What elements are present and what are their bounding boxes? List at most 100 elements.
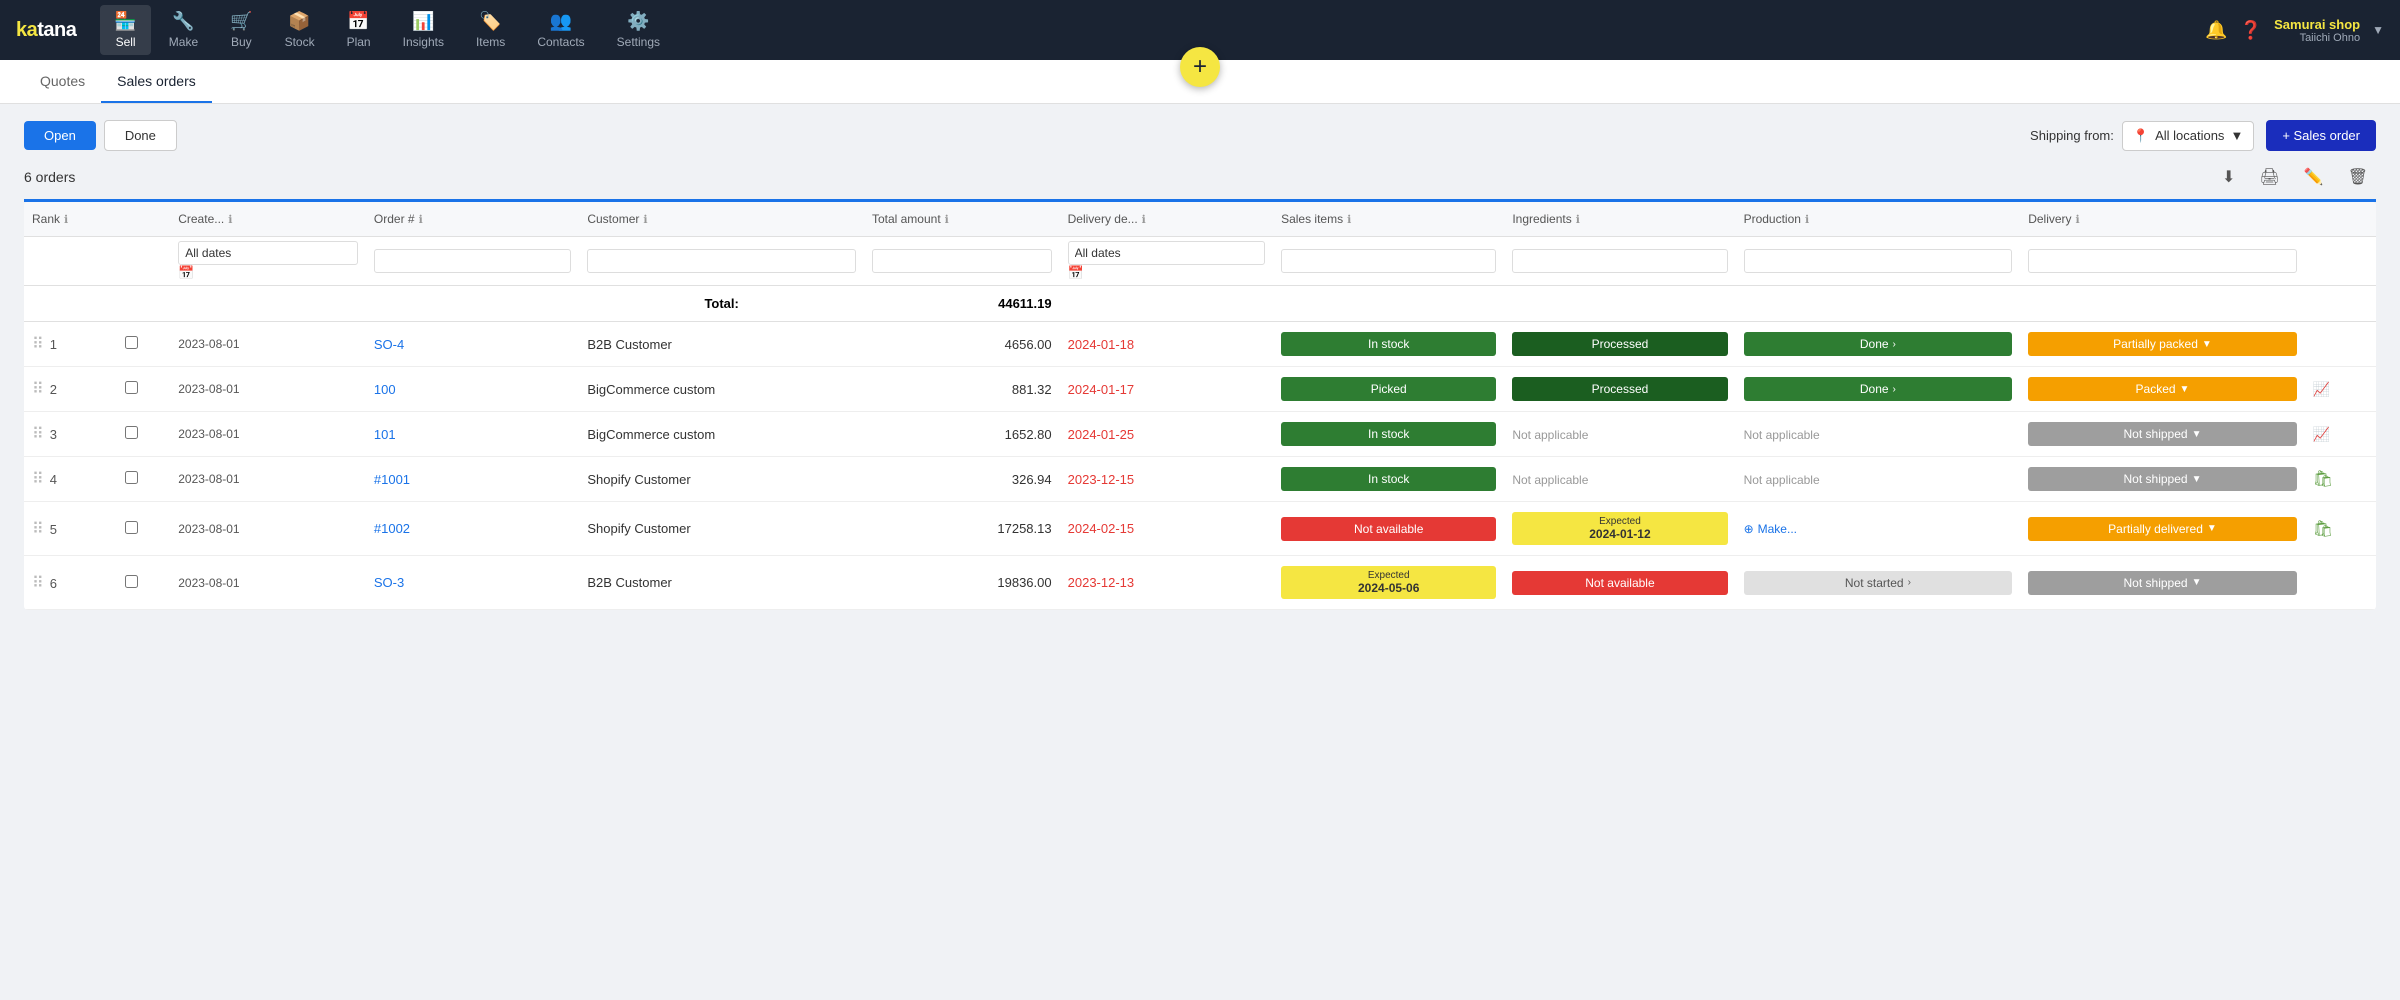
col-production: Production ℹ [1736,202,2021,237]
sales-items-status: Picked [1273,367,1504,412]
delete-button[interactable]: 🗑 [2340,163,2376,191]
delivery-date-value: 2024-01-18 [1068,337,1135,352]
order-link[interactable]: 101 [374,427,396,442]
nav-item-sell[interactable]: 🏪 Sell [100,5,150,55]
nav-item-plan[interactable]: 📅 Plan [333,5,385,55]
filter-total-input[interactable] [872,249,1052,273]
sales-items-status: Not available [1273,502,1504,556]
sales-items-badge: In stock [1281,422,1496,446]
location-pin-icon: 📍 [2133,128,2149,144]
new-order-button[interactable]: + Sales order [2266,120,2376,151]
row-checkbox[interactable] [125,426,138,439]
filter-done-button[interactable]: Done [104,120,177,151]
nav-item-stock[interactable]: 📦 Stock [271,5,329,55]
nav-item-make[interactable]: 🔧 Make [155,5,212,55]
total-amount: 326.94 [864,457,1060,502]
filter-delivery-status-input[interactable] [2028,249,2297,273]
filter-customer-input[interactable] [587,249,856,273]
table-actions: ⬇ 🖨 ✏️ 🗑 [2214,163,2376,191]
drag-handle[interactable]: ⠿1 [24,322,117,367]
row-checkbox[interactable] [125,521,138,534]
order-number: 101 [366,412,579,457]
row-checkbox[interactable] [125,471,138,484]
total-amount: 19836.00 [864,556,1060,610]
drag-handle[interactable]: ⠿2 [24,367,117,412]
nav-item-items[interactable]: 🏷️ Items [462,5,519,55]
filter-info [117,237,170,286]
chart-icon: 📈 [2313,426,2330,442]
row-extra [2305,556,2376,610]
delivery-date: 2024-01-18 [1060,322,1273,367]
filter-order-input[interactable] [374,249,571,273]
insights-icon: 📊 [412,11,434,32]
filter-delivery-date-input[interactable] [1068,241,1265,265]
filter-total [864,237,1060,286]
row-checkbox[interactable] [125,575,138,588]
row-extra: 🛍 [2305,457,2376,502]
sales-items-status: In stock [1273,457,1504,502]
order-link[interactable]: SO-4 [374,337,404,352]
edit-button[interactable]: ✏️ [2296,163,2332,191]
chevron-down-icon: ▼ [2230,128,2243,143]
shopify-icon: 🛍 [2313,521,2333,538]
orders-count: 6 orders [24,169,75,185]
sub-nav-sales-orders[interactable]: Sales orders [101,61,212,103]
filter-open-button[interactable]: Open [24,121,96,150]
row-checkbox[interactable] [125,336,138,349]
bell-icon[interactable]: 🔔 [2205,20,2227,41]
order-link[interactable]: SO-3 [374,575,404,590]
created-date: 2023-08-01 [170,367,366,412]
table-container: Rank ℹ Create... ℹ Order # ℹ Customer ℹ … [24,199,2376,610]
delivery-status-badge[interactable]: Not shipped ▼ [2028,571,2297,595]
nav-item-buy[interactable]: 🛒 Buy [216,5,266,55]
production-badge: Not applicable [1744,428,1820,442]
row-info [117,367,170,412]
ingredients-badge: Processed [1512,332,1727,356]
drag-handle[interactable]: ⠿4 [24,457,117,502]
production-badge[interactable]: ⊕Make... [1744,522,2013,536]
print-button[interactable]: 🖨 [2251,163,2287,191]
filter-production-input[interactable] [1744,249,2013,273]
nav-item-settings[interactable]: ⚙️ Settings [603,5,674,55]
filter-ingredients-input[interactable] [1512,249,1727,273]
production-badge: Not applicable [1744,473,1820,487]
contacts-icon: 👥 [550,11,572,32]
drag-handle[interactable]: ⠿3 [24,412,117,457]
location-select[interactable]: 📍 All locations ▼ [2122,121,2254,151]
table-row: ⠿52023-08-01#1002Shopify Customer17258.1… [24,502,2376,556]
expand-icon[interactable]: ▼ [2372,23,2384,37]
delivery-status: Not shipped ▼ [2020,556,2305,610]
filter-created-input[interactable] [178,241,358,265]
rank-number: 2 [50,382,57,397]
ingredients-badge: Expected2024-01-12 [1512,512,1727,545]
download-button[interactable]: ⬇ [2214,163,2243,191]
nav-item-contacts[interactable]: 👥 Contacts [523,5,598,55]
drag-handle[interactable]: ⠿6 [24,556,117,610]
nav-item-insights[interactable]: 📊 Insights [389,5,458,55]
order-link[interactable]: #1002 [374,521,410,536]
row-checkbox[interactable] [125,381,138,394]
delivery-status-badge[interactable]: Partially packed ▼ [2028,332,2297,356]
delivery-date: 2023-12-15 [1060,457,1273,502]
delivery-status-badge[interactable]: Not shipped ▼ [2028,467,2297,491]
shipping-from: Shipping from: 📍 All locations ▼ [2030,121,2254,151]
delivery-status: Not shipped ▼ [2020,457,2305,502]
add-button[interactable]: + [1180,47,1220,87]
rank-number: 1 [50,337,57,352]
order-number: 100 [366,367,579,412]
sub-nav-quotes[interactable]: Quotes [24,61,101,103]
delivery-status-badge[interactable]: Partially delivered ▼ [2028,517,2297,541]
sales-items-badge: In stock [1281,467,1496,491]
order-link[interactable]: #1001 [374,472,410,487]
delivery-status-badge[interactable]: Packed ▼ [2028,377,2297,401]
help-icon[interactable]: ❓ [2240,20,2262,41]
filter-sales-items [1273,237,1504,286]
filter-sales-items-input[interactable] [1281,249,1496,273]
drag-handle[interactable]: ⠿5 [24,502,117,556]
order-link[interactable]: 100 [374,382,396,397]
customer-name: B2B Customer [579,556,864,610]
total-amount: 4656.00 [864,322,1060,367]
shop-name: Samurai shop [2274,17,2360,32]
table-header-row: Rank ℹ Create... ℹ Order # ℹ Customer ℹ … [24,202,2376,237]
delivery-status-badge[interactable]: Not shipped ▼ [2028,422,2297,446]
